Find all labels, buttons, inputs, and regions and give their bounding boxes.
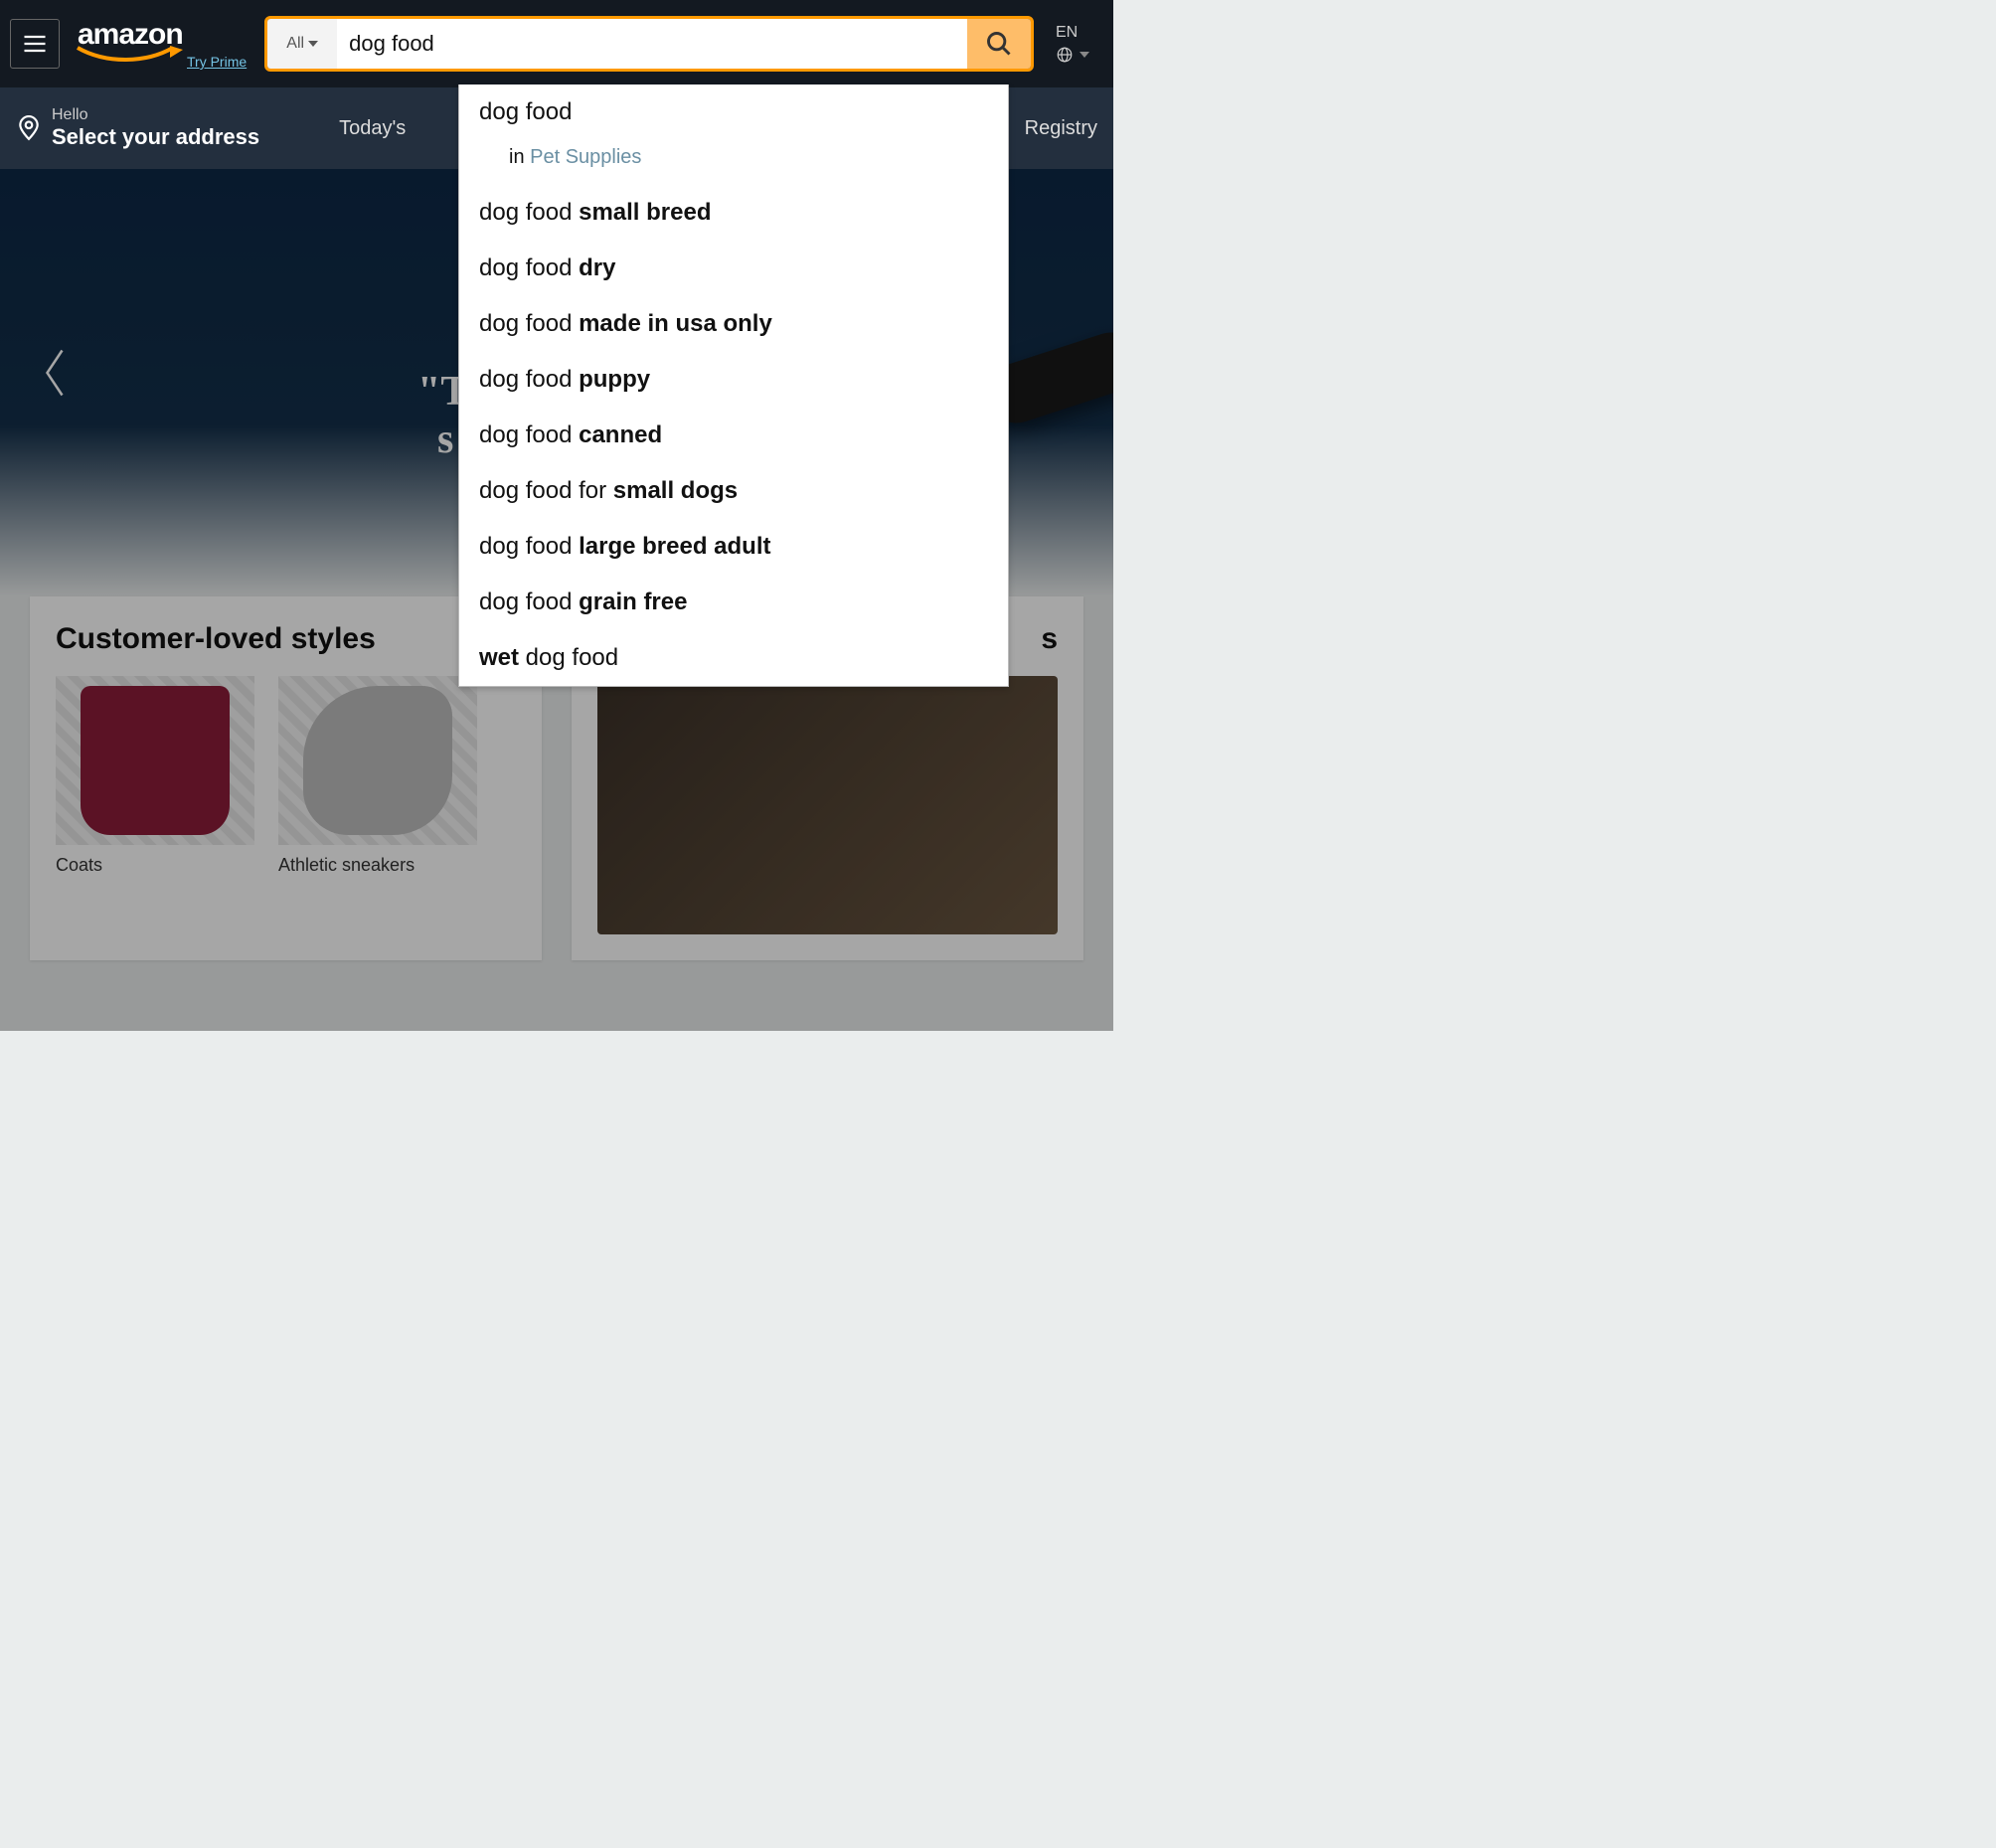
tile-label: Coats [56,855,254,876]
deliver-to-text: Hello Select your address [52,106,259,150]
tile-label: Athletic sneakers [278,855,477,876]
select-address-label: Select your address [52,124,259,150]
language-label: EN [1056,24,1078,42]
suggestion-item[interactable]: dog food puppy [459,352,1008,408]
deliver-to[interactable]: Hello Select your address [16,106,259,150]
suggestion-item[interactable]: dog food [459,84,1008,140]
top-navbar: amazon Try Prime All EN [0,0,1113,87]
search-button[interactable] [967,19,1031,69]
search-wrap: All [264,16,1034,72]
language-selector[interactable]: EN [1042,24,1103,64]
amazon-smile-icon [76,46,195,62]
try-prime-link[interactable]: Try Prime [187,54,247,70]
suggestion-item[interactable]: dog food large breed adult [459,519,1008,575]
location-pin-icon [16,113,42,143]
card-image [597,676,1058,934]
tile-image [56,676,254,845]
suggestion-item[interactable]: dog food made in usa only [459,296,1008,352]
suggestion-item[interactable]: dog food canned [459,408,1008,463]
search-department-dropdown[interactable]: All [267,19,337,69]
hamburger-icon [21,30,49,58]
logo-area[interactable]: amazon Try Prime [68,18,256,70]
search-department-label: All [286,35,304,53]
search-input[interactable] [337,19,967,69]
suggestion-item[interactable]: dog food for small dogs [459,463,1008,519]
suggestion-category[interactable]: in Pet Supplies [459,140,1008,185]
carousel-prev-button[interactable] [40,348,70,403]
search-suggestions: dog food in Pet Supplies dog food small … [458,84,1009,687]
card-title: Customer-loved styles [56,622,516,656]
tile-coats[interactable]: Coats [56,676,254,876]
menu-button[interactable] [10,19,60,69]
search-bar: All [264,16,1034,72]
tile-athletic-sneakers[interactable]: Athletic sneakers [278,676,477,876]
suggestion-in-label: in [509,146,530,168]
tile-image [278,676,477,845]
search-icon [985,30,1013,58]
globe-icon [1056,46,1074,64]
suggestion-item[interactable]: dog food grain free [459,575,1008,630]
suggestion-item[interactable]: dog food small breed [459,185,1008,241]
chevron-left-icon [40,348,70,398]
suggestion-text: dog food [479,98,572,125]
hello-label: Hello [52,106,259,124]
card-tiles: Coats Athletic sneakers [56,676,516,876]
suggestion-item[interactable]: dog food dry [459,241,1008,296]
nav-todays-deals[interactable]: Today's [339,117,406,140]
suggestion-item[interactable]: wet dog food [459,630,1008,686]
suggestion-category-name: Pet Supplies [530,146,641,168]
nav-registry[interactable]: Registry [1025,117,1097,140]
